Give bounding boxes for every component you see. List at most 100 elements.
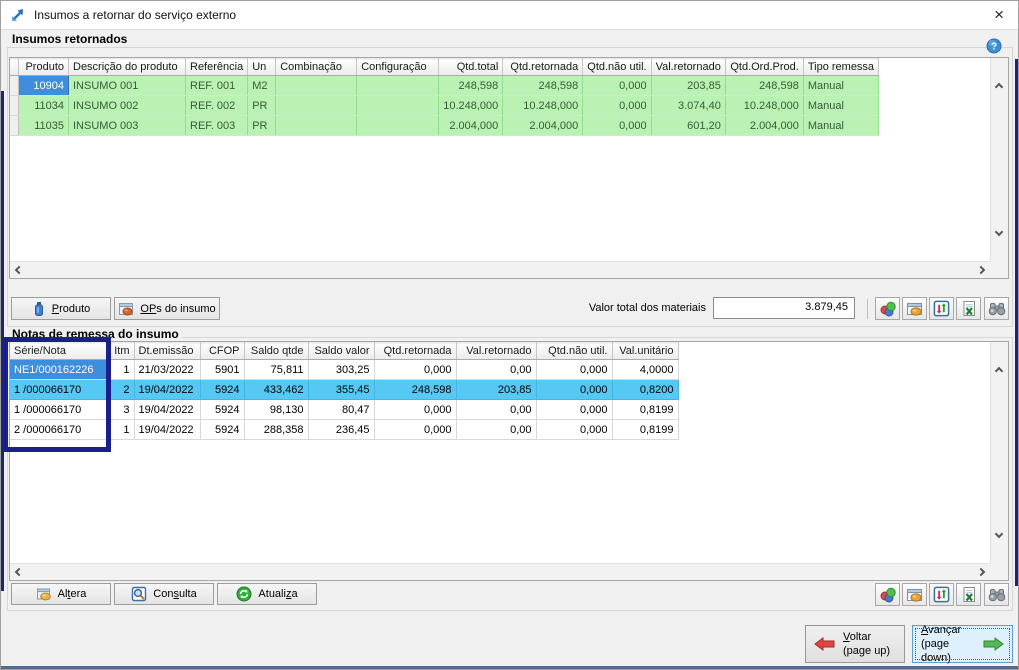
cell[interactable]: 2.004,000 (439, 116, 503, 136)
cell[interactable]: 433,462 (244, 380, 308, 400)
column-header[interactable]: Un (248, 59, 276, 76)
cell[interactable]: 10904 (19, 76, 69, 96)
scroll-down-icon[interactable] (995, 530, 1003, 538)
avancar-button[interactable]: Avançar (page down) (912, 625, 1013, 663)
colors-legend-button[interactable] (875, 297, 900, 320)
cell[interactable]: 1 /000066170 (10, 400, 108, 420)
cell[interactable]: Manual (803, 116, 878, 136)
column-header[interactable]: Val.retornado (651, 59, 725, 76)
export-excel-button[interactable] (956, 583, 981, 606)
row-selector[interactable] (10, 96, 19, 116)
column-header[interactable]: Combinação (276, 59, 357, 76)
cell[interactable]: 0,000 (536, 420, 612, 440)
atualiza-button[interactable]: Atualiza (217, 583, 317, 605)
cell[interactable]: 2 (108, 380, 134, 400)
column-header[interactable]: Saldo valor (308, 343, 374, 360)
close-icon[interactable]: × (994, 5, 1004, 25)
altera-button[interactable]: Altera (11, 583, 111, 605)
column-header[interactable]: Dt.emissão (134, 343, 200, 360)
cell[interactable] (276, 96, 357, 116)
insumos-vertical-scrollbar[interactable] (990, 58, 1008, 261)
ops-window-button[interactable] (902, 583, 927, 606)
cell[interactable]: 0,000 (583, 116, 651, 136)
column-header[interactable]: Saldo qtde (244, 343, 308, 360)
cell[interactable]: 0,000 (374, 420, 456, 440)
column-header[interactable]: Série/Nota (10, 343, 108, 360)
cell[interactable]: PR (248, 116, 276, 136)
cell[interactable]: INSUMO 002 (69, 96, 186, 116)
notas-horizontal-scrollbar[interactable] (10, 563, 990, 580)
cell[interactable]: 0,00 (456, 360, 536, 380)
cell[interactable]: 10.248,000 (503, 96, 583, 116)
cell[interactable]: 1 /000066170 (10, 380, 108, 400)
column-header[interactable]: CFOP (200, 343, 244, 360)
cell[interactable]: 3 (108, 400, 134, 420)
scroll-up-icon[interactable] (995, 367, 1003, 375)
export-excel-button[interactable] (956, 297, 981, 320)
cell[interactable]: 0,000 (536, 360, 612, 380)
ops-window-button[interactable] (902, 297, 927, 320)
cell[interactable]: REF. 001 (186, 76, 248, 96)
cell[interactable]: 75,811 (244, 360, 308, 380)
cell[interactable]: 1 (108, 360, 134, 380)
cell[interactable]: 0,000 (583, 76, 651, 96)
cell[interactable]: 98,130 (244, 400, 308, 420)
scroll-left-icon[interactable] (15, 568, 23, 576)
cell[interactable]: 3.074,40 (651, 96, 725, 116)
cell[interactable]: M2 (248, 76, 276, 96)
cell[interactable]: 248,598 (503, 76, 583, 96)
column-header[interactable]: Referência (186, 59, 248, 76)
cell[interactable]: 203,85 (456, 380, 536, 400)
cell[interactable]: 0,8199 (612, 420, 678, 440)
cell[interactable]: 0,000 (536, 400, 612, 420)
help-icon[interactable]: ? (986, 38, 1002, 57)
cell[interactable]: 5924 (200, 420, 244, 440)
cell[interactable]: 11034 (19, 96, 69, 116)
cell[interactable]: 10.248,000 (439, 96, 503, 116)
scroll-down-icon[interactable] (995, 228, 1003, 236)
cell[interactable]: 10.248,000 (725, 96, 803, 116)
cell[interactable]: 0,8199 (612, 400, 678, 420)
cell[interactable]: 0,000 (583, 96, 651, 116)
column-header[interactable]: Configuração (357, 59, 439, 76)
cell[interactable] (357, 96, 439, 116)
cell[interactable]: 5924 (200, 380, 244, 400)
cell[interactable]: REF. 003 (186, 116, 248, 136)
cell[interactable]: 19/04/2022 (134, 400, 200, 420)
column-header[interactable]: Qtd.retornada (503, 59, 583, 76)
column-header[interactable]: Qtd.Ord.Prod. (725, 59, 803, 76)
cell[interactable]: 248,598 (725, 76, 803, 96)
total-materiais-field[interactable]: 3.879,45 (713, 297, 855, 319)
row-selector[interactable] (10, 116, 19, 136)
cell[interactable] (357, 116, 439, 136)
cell[interactable]: REF. 002 (186, 96, 248, 116)
column-header[interactable]: Qtd.retornada (374, 343, 456, 360)
cell[interactable]: 4,0000 (612, 360, 678, 380)
cell[interactable] (276, 116, 357, 136)
sort-rows-button[interactable] (929, 297, 954, 320)
column-header[interactable]: Qtd.não util. (583, 59, 651, 76)
colors-legend-button[interactable] (875, 583, 900, 606)
insumos-horizontal-scrollbar[interactable] (10, 261, 990, 278)
cell[interactable]: 21/03/2022 (134, 360, 200, 380)
column-header[interactable]: Produto (19, 59, 69, 76)
cell[interactable]: 1 (108, 420, 134, 440)
scroll-right-icon[interactable] (977, 266, 985, 274)
cell[interactable]: INSUMO 003 (69, 116, 186, 136)
cell[interactable]: 0,000 (374, 360, 456, 380)
cell[interactable]: Manual (803, 96, 878, 116)
cell[interactable]: 236,45 (308, 420, 374, 440)
column-header[interactable]: Tipo remessa (803, 59, 878, 76)
notas-vertical-scrollbar[interactable] (990, 342, 1008, 563)
column-header[interactable]: Val.retornado (456, 343, 536, 360)
scroll-right-icon[interactable] (977, 568, 985, 576)
column-header[interactable]: Itm (108, 343, 134, 360)
cell[interactable]: NE1/000162226 (10, 360, 108, 380)
sort-rows-button[interactable] (929, 583, 954, 606)
cell[interactable]: 0,000 (536, 380, 612, 400)
cell[interactable]: 355,45 (308, 380, 374, 400)
binoculars-search-button[interactable] (984, 297, 1009, 320)
cell[interactable]: 19/04/2022 (134, 380, 200, 400)
column-header[interactable]: Val.unitário (612, 343, 678, 360)
scroll-left-icon[interactable] (15, 266, 23, 274)
